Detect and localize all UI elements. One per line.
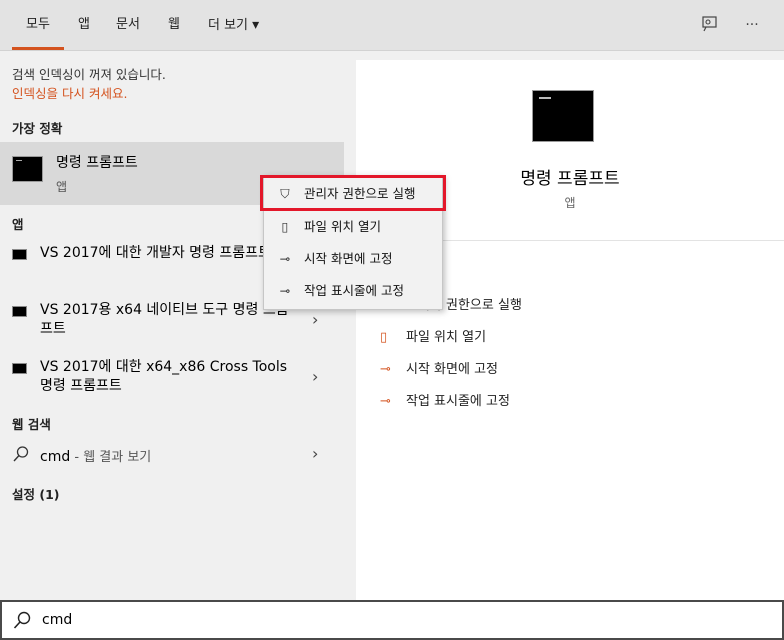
tab-more[interactable]: 더 보기 ▾ (208, 16, 259, 36)
context-label: 파일 위치 열기 (304, 219, 381, 234)
pin-icon: ⊸ (380, 394, 391, 409)
context-label: 작업 표시줄에 고정 (304, 283, 404, 298)
pin-icon: ⊸ (279, 283, 291, 298)
app-result-label: VS 2017에 대한 개발자 명령 프롬프트 (40, 245, 271, 261)
tab-apps[interactable]: 앱 (78, 16, 90, 36)
more-options-icon[interactable]: ··· (742, 15, 762, 35)
chevron-down-icon: ▾ (252, 17, 260, 33)
action-label: 파일 위치 열기 (406, 330, 487, 345)
list-item[interactable]: VS 2017에 대한 x64_x86 Cross Tools 명령 프롬프트 … (0, 358, 344, 398)
tab-more-label: 더 보기 (208, 18, 249, 33)
search-icon (12, 445, 30, 467)
tab-web[interactable]: 웹 (168, 16, 180, 36)
section-apps: 앱 (12, 217, 24, 232)
folder-icon: ▯ (380, 330, 388, 345)
action-pin-to-start[interactable]: ⊸ 시작 화면에 고정 (380, 358, 498, 377)
pin-icon: ⊸ (380, 362, 391, 377)
tab-all[interactable]: 모두 (26, 16, 50, 36)
search-box[interactable]: cmd (0, 600, 784, 640)
enable-indexing-link[interactable]: 인덱싱을 다시 켜세요. (12, 83, 127, 102)
context-pin-to-start[interactable]: ⊸ 시작 화면에 고정 (264, 244, 442, 274)
search-input[interactable]: cmd (42, 612, 72, 628)
action-label: 작업 표시줄에 고정 (406, 394, 510, 409)
active-tab-indicator (12, 47, 64, 50)
command-prompt-icon (12, 156, 43, 182)
action-label: 시작 화면에 고정 (406, 362, 498, 377)
web-search-query: cmd (40, 449, 71, 465)
results-panel: 검색 인덱싱이 꺼져 있습니다. 인덱싱을 다시 켜세요. 가장 정확 명령 프… (0, 52, 344, 600)
best-match-subtitle: 앱 (56, 180, 68, 194)
feedback-icon[interactable] (700, 15, 720, 35)
context-pin-to-taskbar[interactable]: ⊸ 작업 표시줄에 고정 (264, 276, 442, 306)
context-open-file-location[interactable]: ▯ 파일 위치 열기 (264, 212, 442, 242)
chevron-right-icon[interactable]: › (312, 310, 318, 329)
command-prompt-icon (12, 306, 27, 317)
pin-icon: ⊸ (279, 251, 291, 266)
folder-icon: ▯ (281, 219, 289, 234)
app-result-label: VS 2017용 x64 네이티브 도구 명령 프롬프트 (40, 302, 289, 337)
command-prompt-icon (532, 90, 594, 142)
web-search-suffix: - 웹 결과 보기 (70, 450, 152, 465)
indexing-off-message: 검색 인덱싱이 꺼져 있습니다. (12, 67, 166, 82)
command-prompt-icon (12, 249, 27, 260)
action-pin-to-taskbar[interactable]: ⊸ 작업 표시줄에 고정 (380, 390, 510, 409)
section-web-search: 웹 검색 (12, 417, 51, 432)
section-best-match: 가장 정확 (12, 121, 63, 136)
search-filter-bar: 모두 앱 문서 웹 더 보기 ▾ ··· (0, 0, 784, 51)
context-label: 시작 화면에 고정 (304, 251, 393, 266)
command-prompt-icon (12, 363, 27, 374)
tab-documents[interactable]: 문서 (116, 16, 140, 36)
action-open-file-location[interactable]: ▯ 파일 위치 열기 (380, 326, 486, 345)
section-settings[interactable]: 설정 (1) (12, 484, 59, 503)
chevron-right-icon[interactable]: › (312, 367, 318, 386)
web-search-item[interactable]: cmd - 웹 결과 보기 › (0, 444, 344, 468)
search-icon (12, 610, 32, 634)
best-match-title: 명령 프롬프트 (56, 155, 138, 171)
highlight-box (260, 175, 446, 211)
app-result-label: VS 2017에 대한 x64_x86 Cross Tools 명령 프롬프트 (40, 359, 288, 394)
preview-panel: 명령 프롬프트 앱 ⛉관리자 권한으로 실행 ▯파일 위치 열기 ⊸시작 화면에… (356, 60, 784, 600)
chevron-right-icon[interactable]: › (312, 444, 318, 463)
